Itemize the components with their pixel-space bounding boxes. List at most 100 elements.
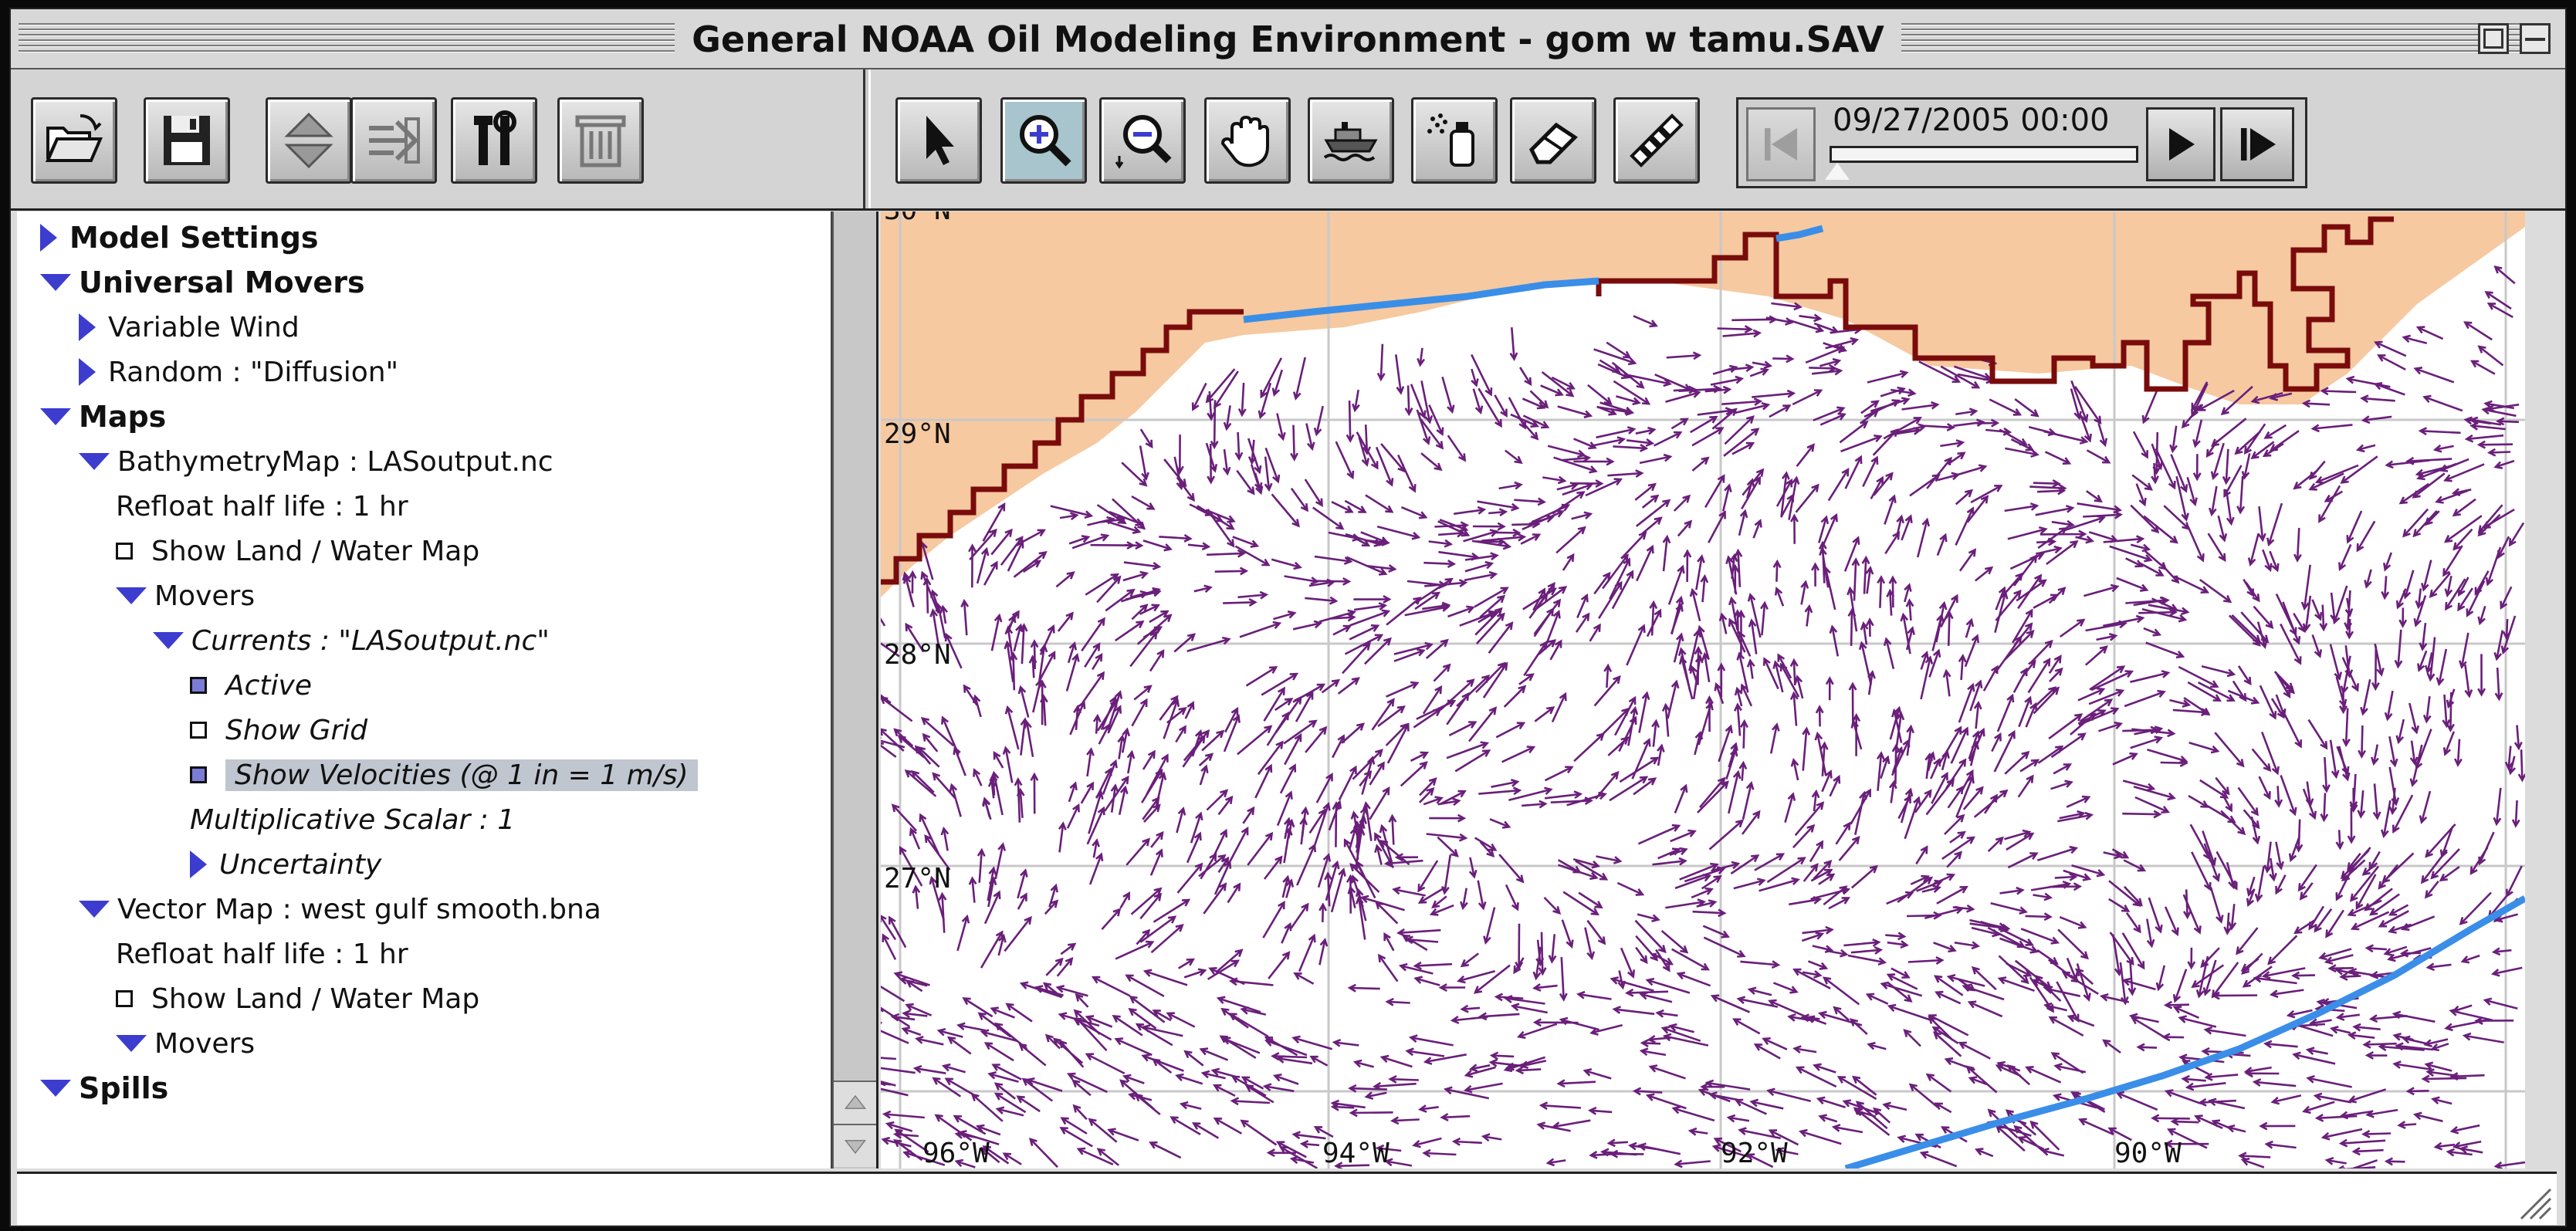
settings-button[interactable] (451, 97, 537, 184)
map-view[interactable]: 30°N 29°N 28°N 27°N 96°W 94°W 92°W 90°W (881, 211, 2525, 1168)
tree-item-label: Movers (154, 1027, 256, 1060)
save-file-button[interactable] (144, 97, 230, 184)
map-canvas[interactable]: 30°N 29°N 28°N 27°N 96°W 94°W 92°W 90°W (881, 211, 2525, 1168)
velocity-arrow (1930, 757, 1941, 780)
tree-item[interactable]: Show Land / Water Map (116, 977, 479, 1020)
tree-item[interactable]: Uncertainty (190, 843, 381, 886)
disclosure-collapsed-icon[interactable] (40, 224, 57, 252)
velocity-arrow (2122, 810, 2162, 819)
velocity-arrow (2204, 1072, 2239, 1081)
velocity-arrow (2259, 1121, 2296, 1131)
tree-item[interactable]: Active (190, 664, 312, 707)
resize-grip-icon[interactable] (2513, 1182, 2552, 1220)
time-slider-thumb[interactable] (1825, 163, 1850, 180)
velocity-arrow (1149, 1141, 1182, 1159)
play-button[interactable] (2146, 107, 2215, 181)
velocity-arrow (1383, 1158, 1413, 1167)
disclosure-collapsed-icon[interactable] (79, 358, 96, 386)
tree-item[interactable]: Model Settings (40, 216, 319, 259)
zoom-out-tool[interactable] (1099, 97, 1186, 184)
arrow-tool[interactable] (895, 97, 982, 184)
open-file-button[interactable] (31, 97, 117, 184)
velocity-arrow (2075, 535, 2095, 544)
eraser-tool[interactable] (1510, 97, 1596, 184)
tree-item[interactable]: Random : "Diffusion" (79, 350, 398, 394)
tree-checkbox[interactable] (190, 677, 207, 694)
measure-tool[interactable] (1613, 97, 1700, 184)
tree-checkbox[interactable] (190, 766, 207, 783)
disclosure-expanded-icon[interactable] (79, 453, 110, 470)
title-bar[interactable]: General NOAA Oil Modeling Environment - … (11, 9, 2565, 69)
tree-item[interactable]: Show Velocities (@ 1 in = 1 m/s) (190, 753, 698, 796)
tree-checkbox[interactable] (116, 543, 133, 560)
zoom-window-button[interactable] (2478, 23, 2509, 54)
step-forward-button[interactable] (2220, 107, 2294, 181)
latitude-label: 27°N (884, 863, 951, 895)
velocity-arrow (1999, 886, 2025, 895)
disclosure-expanded-icon[interactable] (79, 901, 110, 918)
velocity-arrow (2476, 440, 2513, 449)
velocity-arrow (2320, 793, 2329, 823)
velocity-arrow (2309, 460, 2326, 481)
tree-item[interactable]: BathymetryMap : LASoutput.nc (79, 440, 553, 483)
velocity-arrow (915, 1036, 944, 1046)
velocity-arrow (1388, 813, 1397, 845)
velocity-arrow (1386, 681, 1420, 698)
tree-item[interactable]: Currents : "LASoutput.nc" (153, 619, 550, 662)
scroll-up-button[interactable] (834, 1081, 876, 1124)
zoom-in-tool[interactable] (1000, 97, 1087, 184)
hand-tool[interactable] (1204, 97, 1291, 184)
velocity-arrow (1651, 719, 1660, 747)
tree-item[interactable]: Vector Map : west gulf smooth.bna (79, 888, 601, 931)
disclosure-expanded-icon[interactable] (153, 632, 184, 649)
tree-item[interactable]: Variable Wind (79, 306, 300, 349)
disclosure-expanded-icon[interactable] (40, 1080, 71, 1097)
time-control-panel: 09/27/2005 00:00 (1736, 97, 2307, 188)
disclosure-expanded-icon[interactable] (40, 408, 71, 425)
velocity-arrow (2181, 1074, 2206, 1084)
spill-tool[interactable] (1308, 97, 1394, 184)
delete-button[interactable] (557, 97, 644, 184)
collapse-window-button[interactable] (2520, 23, 2551, 54)
velocity-arrow (1377, 953, 1399, 982)
velocity-arrow (919, 813, 940, 855)
tree-checkbox[interactable] (116, 990, 133, 1007)
velocity-arrow (1092, 713, 1102, 734)
velocity-arrow (1958, 653, 1967, 681)
tree-item[interactable]: Movers (116, 574, 255, 617)
velocity-arrow (1582, 1068, 1612, 1080)
velocity-arrow (1341, 722, 1366, 744)
velocity-arrow (1559, 1016, 1599, 1031)
spray-tool[interactable] (1411, 97, 1498, 184)
add-item-button[interactable] (350, 97, 437, 184)
disclosure-expanded-icon[interactable] (116, 1035, 147, 1052)
rewind-button[interactable] (1746, 107, 1816, 181)
tree-item[interactable]: Movers (116, 1022, 255, 1065)
velocity-arrow (980, 930, 1004, 969)
velocity-arrow (1298, 933, 1316, 972)
tree-item[interactable]: Spills (40, 1067, 168, 1110)
time-slider[interactable] (1830, 146, 2138, 163)
velocity-arrow (2050, 780, 2073, 790)
velocity-arrow (1176, 862, 1203, 894)
tree-item[interactable]: Universal Movers (40, 261, 365, 304)
tree-scrollbar[interactable] (832, 211, 878, 1168)
tree-checkbox[interactable] (190, 722, 207, 739)
disclosure-collapsed-icon[interactable] (79, 313, 96, 341)
land-area (881, 211, 2525, 597)
tree-item[interactable]: Maps (40, 395, 166, 438)
move-up-down-button[interactable] (266, 97, 352, 184)
velocity-arrow (1740, 960, 1781, 969)
velocity-arrow (1203, 882, 1227, 915)
tree-item[interactable]: Show Land / Water Map (116, 529, 479, 573)
tree-item[interactable]: Show Grid (190, 709, 367, 752)
disclosure-collapsed-icon[interactable] (190, 851, 207, 878)
scroll-down-button[interactable] (834, 1124, 876, 1167)
velocity-arrow (1928, 648, 1941, 678)
velocity-arrow (1002, 746, 1014, 783)
disclosure-expanded-icon[interactable] (40, 274, 71, 291)
velocity-arrow (1349, 624, 1380, 641)
velocity-arrow (2238, 1152, 2271, 1161)
velocity-arrow (1765, 316, 1794, 326)
disclosure-expanded-icon[interactable] (116, 587, 147, 604)
